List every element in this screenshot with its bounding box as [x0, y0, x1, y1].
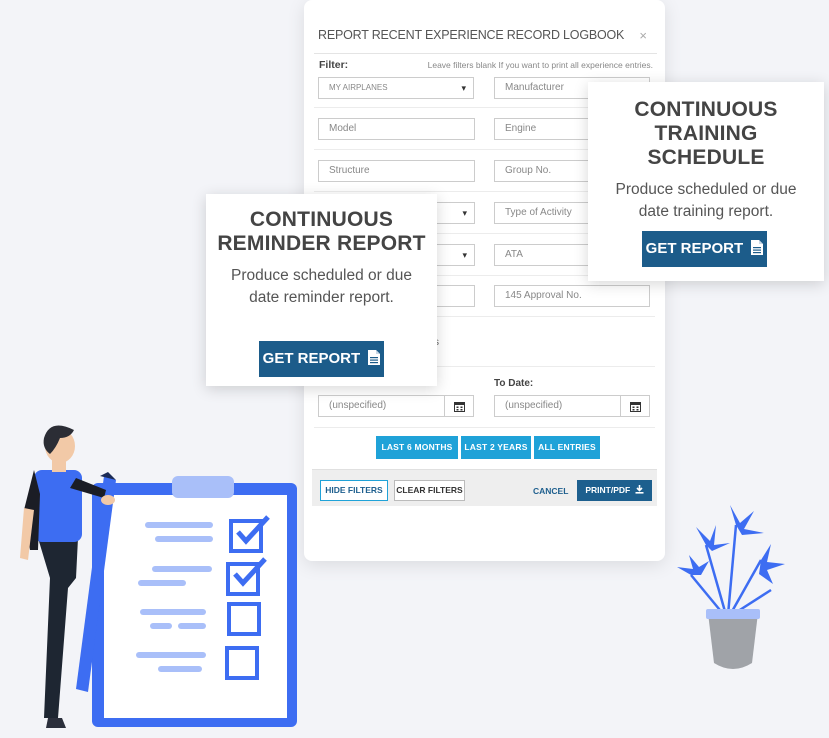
- calendar-icon: [630, 402, 641, 412]
- reminder-report-card: CONTINUOUS REMINDER REPORT Produce sched…: [206, 194, 437, 386]
- document-icon: [751, 240, 764, 255]
- structure-field[interactable]: Structure: [318, 160, 475, 182]
- from-date-input[interactable]: (unspecified): [318, 395, 445, 417]
- document-icon: [368, 350, 381, 365]
- last-2-years-button[interactable]: LAST 2 YEARS: [461, 436, 531, 459]
- to-date-input[interactable]: (unspecified): [494, 395, 621, 417]
- training-desc-line1: Produce scheduled or due: [615, 181, 797, 198]
- print-pdf-label: PRINT/PDF: [585, 485, 631, 495]
- plant-illustration: [677, 505, 785, 669]
- reminder-card-title: CONTINUOUS REMINDER REPORT: [206, 208, 437, 256]
- get-report-label: GET REPORT: [262, 350, 361, 367]
- calendar-icon: [454, 402, 465, 412]
- training-title-line2: SCHEDULE: [647, 146, 765, 169]
- training-card-description: Produce scheduled or due date training r…: [588, 179, 824, 223]
- dialog-footer: HIDE FILTERS CLEAR FILTERS CANCEL PRINT/…: [312, 469, 657, 506]
- cancel-button[interactable]: CANCEL: [533, 486, 568, 496]
- last-6-months-button[interactable]: LAST 6 MONTHS: [376, 436, 458, 459]
- training-title-line1: CONTINUOUS TRAINING: [634, 98, 778, 145]
- all-entries-button[interactable]: ALL ENTRIES: [534, 436, 600, 459]
- training-get-report-button[interactable]: GET REPORT: [642, 231, 767, 267]
- filter-label: Filter:: [319, 59, 349, 71]
- reminder-title-line2: REMINDER REPORT: [217, 232, 426, 255]
- from-date-calendar-button[interactable]: [444, 395, 474, 417]
- clear-filters-button[interactable]: CLEAR FILTERS: [394, 480, 465, 501]
- to-date-label: To Date:: [494, 378, 534, 389]
- clipboard-person-illustration: [20, 425, 297, 728]
- row-divider: [314, 427, 655, 428]
- reminder-get-report-button[interactable]: GET REPORT: [259, 341, 384, 377]
- close-icon[interactable]: ×: [639, 28, 647, 43]
- reminder-title-line1: CONTINUOUS: [249, 208, 394, 231]
- to-date-calendar-button[interactable]: [620, 395, 650, 417]
- reminder-desc-line1: Produce scheduled or due: [231, 267, 412, 284]
- model-field[interactable]: Model: [318, 118, 475, 140]
- get-report-label: GET REPORT: [645, 240, 744, 257]
- my-airplanes-select[interactable]: MY AIRPLANES: [318, 77, 474, 99]
- filter-hint: Leave filters blank If you want to print…: [427, 60, 653, 70]
- reminder-desc-line2: date reminder report.: [249, 289, 394, 306]
- divider: [314, 53, 657, 54]
- hide-filters-button[interactable]: HIDE FILTERS: [320, 480, 388, 501]
- approval-145-field[interactable]: 145 Approval No.: [494, 285, 650, 307]
- reminder-card-description: Produce scheduled or due date reminder r…: [206, 265, 437, 309]
- download-icon: [635, 485, 644, 494]
- dialog-title: REPORT RECENT EXPERIENCE RECORD LOGBOOK: [318, 28, 625, 42]
- print-pdf-button[interactable]: PRINT/PDF: [577, 480, 652, 501]
- training-desc-line2: date training report.: [638, 203, 774, 220]
- training-schedule-card: CONTINUOUS TRAINING SCHEDULE Produce sch…: [588, 82, 824, 281]
- training-card-title: CONTINUOUS TRAINING SCHEDULE: [588, 98, 824, 170]
